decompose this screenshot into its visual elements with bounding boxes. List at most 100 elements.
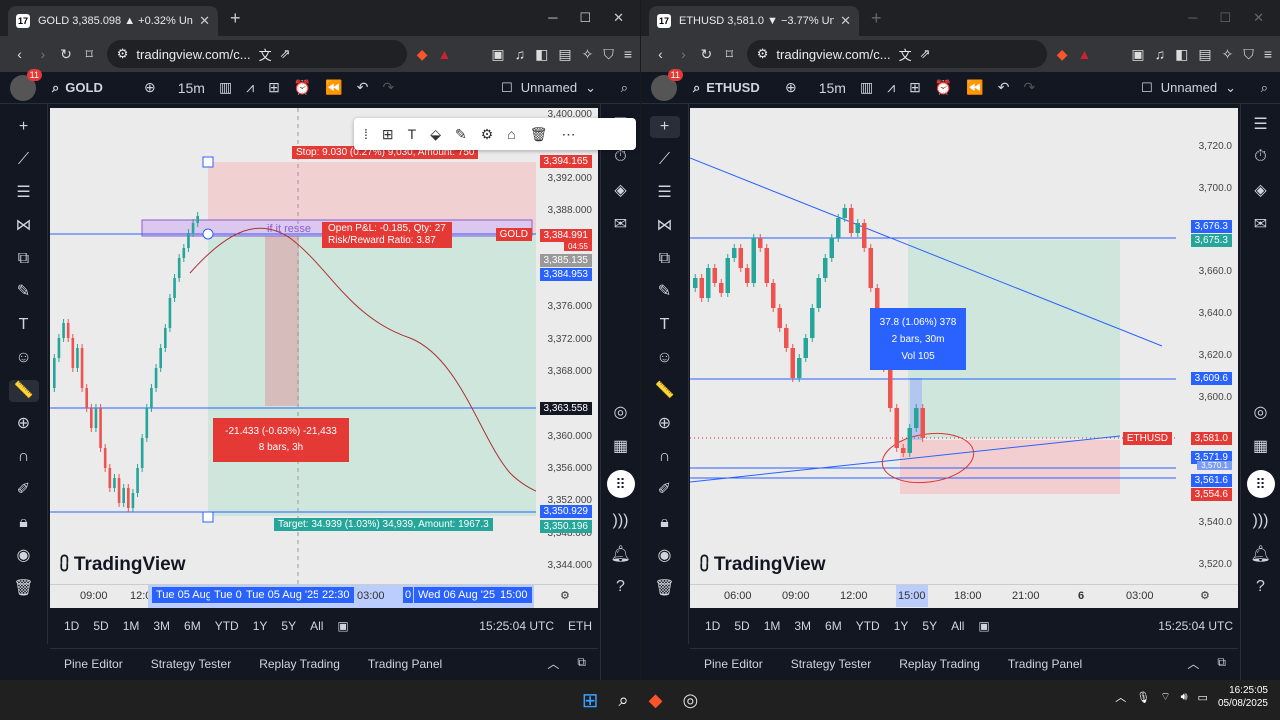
forecast-icon[interactable]: ⧉ <box>9 248 39 270</box>
quick-search-icon[interactable]: ⌕ <box>1261 80 1268 96</box>
volume-icon[interactable]: 🔊︎ <box>1181 691 1188 704</box>
share-icon[interactable]: ⇗ <box>920 46 931 62</box>
template-icon[interactable]: ⊞ <box>382 126 394 143</box>
music-icon[interactable]: ♫ <box>515 46 526 63</box>
settings-gear-icon[interactable]: ⚙ <box>560 589 570 602</box>
range-1m[interactable]: 1M <box>123 619 140 633</box>
layout-selector[interactable]: ☐ Unnamed ⌄ <box>1141 80 1236 96</box>
translate-icon[interactable]: 文 <box>259 45 272 64</box>
forecast-icon[interactable]: ⧉ <box>650 248 680 270</box>
forward-icon[interactable]: › <box>31 46 54 62</box>
windows-start-icon[interactable]: ⊞ <box>582 688 599 713</box>
range-1y[interactable]: 1Y <box>894 619 909 633</box>
url-field[interactable]: ⚙ tradingview.com/c... 文 ⇗ <box>746 40 1047 68</box>
candle-type-icon[interactable]: ▥ <box>860 79 873 96</box>
minimize-icon[interactable]: ─ <box>1188 10 1197 26</box>
app-icon[interactable]: ◎ <box>682 690 698 711</box>
layers-icon[interactable]: ◈ <box>1254 180 1266 200</box>
redo-icon[interactable]: ↷ <box>1023 79 1035 96</box>
templates-icon[interactable]: ⊞ <box>268 79 280 96</box>
chat-icon[interactable]: ✉ <box>1254 214 1267 234</box>
replay-icon[interactable]: ⏪ <box>325 79 342 96</box>
target-zone[interactable] <box>208 234 538 516</box>
range-5d[interactable]: 5D <box>93 619 108 633</box>
music-icon[interactable]: ♫ <box>1155 46 1166 63</box>
templates-icon[interactable]: ⊞ <box>909 79 921 96</box>
entry-handle[interactable] <box>202 228 214 240</box>
range-3m[interactable]: 3M <box>153 619 170 633</box>
pen-icon[interactable]: ✎ <box>455 126 467 143</box>
bookmark-icon[interactable]: ⌑ <box>78 46 101 63</box>
help-icon[interactable]: ? <box>616 578 625 596</box>
range-1y[interactable]: 1Y <box>253 619 268 633</box>
browser-tab-gold[interactable]: 17 GOLD 3,385.098 ▲ +0.32% Unname ✕ <box>8 6 218 36</box>
site-info-icon[interactable]: ⚙ <box>117 46 129 62</box>
range-5d[interactable]: 5D <box>734 619 749 633</box>
sidebar-icon[interactable]: ◧ <box>1175 46 1188 63</box>
layout-selector[interactable]: ☐ Unnamed ⌄ <box>501 80 596 96</box>
alert-icon[interactable]: ⏰ <box>294 79 311 96</box>
close-tab-icon[interactable]: ✕ <box>199 13 210 29</box>
url-field[interactable]: ⚙ tradingview.com/c... 文 ⇗ <box>106 40 407 68</box>
screenshot-icon[interactable]: ▣ <box>491 46 504 63</box>
calendar-icon[interactable]: ▦ <box>1253 436 1268 456</box>
gold-chart[interactable]: if it resse Stop: 9.030 (0.27%) 9,030, A… <box>50 108 598 608</box>
lock-icon[interactable]: 🔒︎ <box>650 512 680 534</box>
trash-icon[interactable]: 🗑︎ <box>650 578 680 600</box>
range-3m[interactable]: 3M <box>794 619 811 633</box>
chat-icon[interactable]: ✉ <box>614 214 627 234</box>
avatar[interactable]: 11 <box>10 68 42 101</box>
screenshot-icon[interactable]: ▣ <box>1131 46 1144 63</box>
tab-strategy-tester[interactable]: Strategy Tester <box>791 657 871 671</box>
apps-icon[interactable]: ⠿ <box>1246 470 1275 498</box>
watchlist-icon[interactable]: ☰ <box>1253 114 1267 134</box>
close-window-icon[interactable]: ✕ <box>1253 10 1264 26</box>
tray-clock[interactable]: 16:25:05 05/08/2025 <box>1218 684 1268 710</box>
tab-trading-panel[interactable]: Trading Panel <box>368 657 442 671</box>
utc-clock[interactable]: 15:25:04 UTC <box>1158 619 1233 633</box>
reload-icon[interactable]: ↻ <box>695 46 718 63</box>
share-icon[interactable]: ⇗ <box>280 46 291 62</box>
apps-icon[interactable]: ⠿ <box>606 470 635 498</box>
tab-pine-editor[interactable]: Pine Editor <box>704 657 763 671</box>
signal-icon[interactable]: ))) <box>1253 512 1269 530</box>
range-all[interactable]: All <box>951 619 964 633</box>
tab-replay-trading[interactable]: Replay Trading <box>259 657 340 671</box>
pattern-icon[interactable]: ⋈ <box>650 215 680 237</box>
eye-icon[interactable]: ◉ <box>9 545 39 567</box>
trendline-icon[interactable]: ⟋ <box>9 149 39 171</box>
brush-icon[interactable]: ✎ <box>650 281 680 303</box>
compare-plus-icon[interactable]: ⊕ <box>144 79 156 96</box>
wallet-icon[interactable]: ▤ <box>1198 46 1211 63</box>
utc-clock[interactable]: 15:25:04 UTC <box>479 619 554 633</box>
target-handle[interactable] <box>202 511 214 523</box>
settings-gear-icon[interactable]: ⚙ <box>1200 589 1210 602</box>
help-icon[interactable]: ? <box>1256 578 1265 596</box>
vpn-icon[interactable]: ⛉ <box>1243 46 1254 63</box>
back-icon[interactable]: ‹ <box>8 46 31 62</box>
lock-draw-icon[interactable]: ✐ <box>650 479 680 501</box>
back-icon[interactable]: ‹ <box>649 46 672 62</box>
lock-icon[interactable]: 🔒︎ <box>9 512 39 534</box>
maximize-icon[interactable]: ☐ <box>579 10 591 26</box>
new-tab-icon[interactable]: + <box>871 8 882 29</box>
trendline-icon[interactable]: ⟋ <box>650 149 680 171</box>
settings-icon[interactable]: ⚙ <box>481 126 494 143</box>
goto-date-icon[interactable]: ▣ <box>978 619 989 633</box>
range-ytd[interactable]: YTD <box>215 619 239 633</box>
range-5y[interactable]: 5Y <box>922 619 937 633</box>
gold-chart-canvas[interactable]: if it resse <box>50 108 598 584</box>
range-all[interactable]: All <box>310 619 323 633</box>
minimize-icon[interactable]: ─ <box>548 10 557 26</box>
more-icon[interactable]: ⋯ <box>562 126 576 143</box>
lock-draw-icon[interactable]: ✐ <box>9 479 39 501</box>
emoji-icon[interactable]: ☺ <box>650 347 680 369</box>
emoji-icon[interactable]: ☺ <box>9 347 39 369</box>
menu-icon[interactable]: ≡ <box>624 46 632 63</box>
maximize-panel-icon[interactable]: ⧉ <box>577 655 586 672</box>
undo-icon[interactable]: ↶ <box>998 79 1010 96</box>
symbol-search[interactable]: ⌕ ETHUSD <box>693 80 785 96</box>
battery-icon[interactable]: ▭ <box>1198 691 1208 704</box>
brave-browser-icon[interactable]: ◆ <box>649 690 663 711</box>
stop-handle[interactable] <box>202 156 214 168</box>
